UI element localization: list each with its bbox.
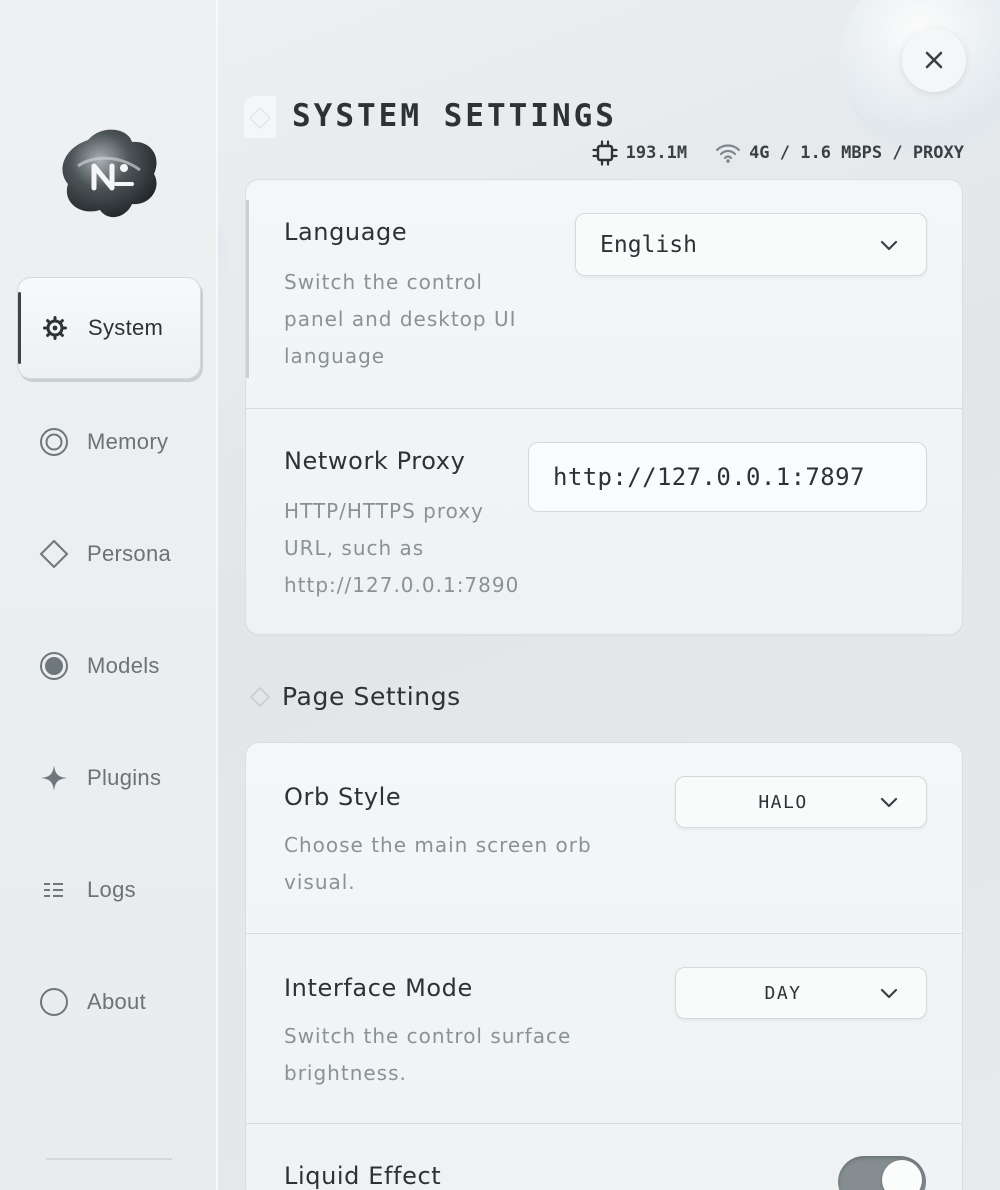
header-accent-mark: [244, 96, 276, 138]
list-icon: [39, 875, 69, 905]
page-title: SYSTEM SETTINGS: [292, 98, 617, 134]
sidebar-item-label: About: [87, 989, 146, 1014]
wifi-icon: [715, 142, 741, 164]
system-settings-card: Language Switch the control panel and de…: [245, 179, 963, 635]
orb-style-description: Choose the main screen orb visual.: [284, 833, 592, 894]
language-setting-row: Language Switch the control panel and de…: [246, 180, 962, 408]
close-button[interactable]: [902, 28, 966, 92]
chevron-down-icon: [880, 796, 898, 808]
language-select[interactable]: English: [575, 213, 927, 276]
liquid-effect-title: Liquid Effect: [284, 1162, 442, 1190]
filled-circle-icon: [39, 651, 69, 681]
sidebar-item-label: Models: [87, 653, 160, 678]
network-proxy-description: HTTP/HTTPS proxy URL, such as http://127…: [284, 499, 520, 597]
app-logo: [58, 126, 162, 222]
cpu-chip-icon: [592, 140, 618, 166]
orb-style-select[interactable]: HALO: [675, 776, 927, 828]
sidebar-item-about[interactable]: About: [17, 951, 201, 1053]
language-description: Switch the control panel and desktop UI …: [284, 270, 517, 368]
sidebar-item-plugins[interactable]: Plugins: [17, 727, 201, 829]
sidebar-item-persona[interactable]: Persona: [17, 503, 201, 605]
sidebar-item-memory[interactable]: Memory: [17, 391, 201, 493]
orb-style-setting-row: Orb Style Choose the main screen orb vis…: [246, 743, 962, 933]
network-proxy-input[interactable]: http://127.0.0.1:7897: [528, 442, 927, 512]
system-status-bar: 193.1M 4G / 1.6 MBPS / PROXY: [592, 140, 964, 166]
diamond-icon: [250, 686, 270, 707]
sidebar-divider: [46, 1158, 172, 1160]
memory-ring-icon: [39, 427, 69, 457]
language-title: Language: [284, 218, 408, 246]
network-proxy-setting-row: Network Proxy HTTP/HTTPS proxy URL, such…: [246, 408, 962, 634]
chevron-down-icon: [880, 239, 898, 251]
language-selected-value: English: [600, 231, 697, 258]
sidebar-item-system[interactable]: System: [17, 277, 201, 379]
sidebar-item-label: System: [88, 315, 164, 340]
network-status: 4G / 1.6 MBPS / PROXY: [749, 143, 964, 163]
settings-window: System Memory Persona Models Plugins Log…: [0, 0, 1000, 1190]
diamond-icon: [39, 539, 69, 569]
sidebar-item-label: Logs: [87, 877, 136, 902]
sidebar-item-models[interactable]: Models: [17, 615, 201, 717]
sidebar-item-logs[interactable]: Logs: [17, 839, 201, 941]
circle-icon: [39, 987, 69, 1017]
orb-style-selected-value: HALO: [758, 791, 808, 813]
interface-mode-title: Interface Mode: [284, 974, 473, 1002]
liquid-effect-toggle[interactable]: [838, 1156, 926, 1190]
chevron-down-icon: [880, 987, 898, 999]
interface-mode-selected-value: DAY: [764, 982, 802, 1004]
sidebar: System Memory Persona Models Plugins Log…: [0, 0, 218, 1190]
interface-mode-description: Switch the control surface brightness.: [284, 1024, 572, 1085]
sparkle-icon: [39, 763, 69, 793]
memory-usage: 193.1M: [625, 143, 688, 163]
orb-style-title: Orb Style: [284, 783, 402, 811]
interface-mode-setting-row: Interface Mode Switch the control surfac…: [246, 933, 962, 1123]
toggle-knob: [882, 1160, 922, 1190]
sidebar-item-label: Memory: [87, 429, 169, 454]
close-icon: [925, 51, 943, 69]
page-settings-header: Page Settings: [250, 682, 461, 711]
page-settings-card: Orb Style Choose the main screen orb vis…: [245, 742, 963, 1190]
sidebar-item-label: Persona: [87, 541, 172, 566]
section-label: Page Settings: [282, 682, 461, 711]
interface-mode-select[interactable]: DAY: [675, 967, 927, 1019]
sidebar-item-label: Plugins: [87, 765, 162, 790]
network-proxy-title: Network Proxy: [284, 447, 466, 475]
gear-icon: [40, 313, 70, 343]
